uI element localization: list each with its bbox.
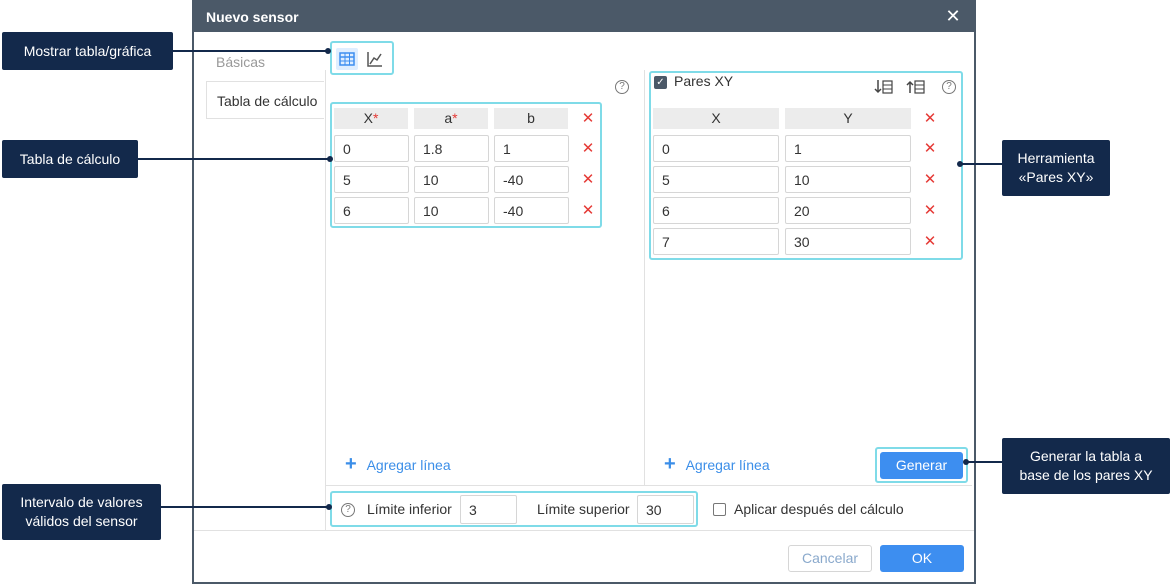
xy-pairs-label: Pares XY <box>674 73 734 89</box>
callout-text: «Pares XY» <box>1018 169 1094 185</box>
plus-icon: + <box>664 453 676 475</box>
callout-dot <box>327 156 333 162</box>
cell-a[interactable]: 10 <box>414 166 489 193</box>
callout-text: válidos del sensor <box>25 513 138 529</box>
xy-cell-y[interactable]: 20 <box>785 197 911 224</box>
delete-column-icon[interactable]: ✕ <box>581 111 595 126</box>
cancel-button[interactable]: Cancelar <box>788 545 872 572</box>
cell-a[interactable]: 10 <box>414 197 489 224</box>
callout-interval: Intervalo de valores válidos del sensor <box>2 484 161 540</box>
cell-x[interactable]: 6 <box>334 197 409 224</box>
divider <box>325 70 326 531</box>
cell-b[interactable]: -40 <box>494 166 569 193</box>
divider <box>194 530 974 531</box>
callout-text: Generar la tabla a <box>1029 448 1143 464</box>
cell-x[interactable]: 5 <box>334 166 409 193</box>
callout-line <box>138 158 329 160</box>
upper-limit-input[interactable]: 30 <box>637 495 694 524</box>
callout-calc-table: Tabla de cálculo <box>2 140 138 178</box>
callout-text: Intervalo de valores <box>20 494 143 510</box>
header-label: X <box>363 110 373 126</box>
callout-line <box>962 163 1002 165</box>
delete-row-icon[interactable]: ✕ <box>923 203 937 218</box>
required-mark: * <box>372 110 379 126</box>
callout-dot <box>963 459 969 465</box>
callout-show-toggle: Mostrar tabla/gráfica <box>2 32 173 70</box>
apply-after-checkbox[interactable] <box>713 503 726 516</box>
add-line-label: Agregar línea <box>366 457 451 473</box>
dialog-titlebar: Nuevo sensor ✕ <box>194 2 974 32</box>
xy-header-x: X <box>653 108 779 129</box>
delete-row-icon[interactable]: ✕ <box>581 203 595 218</box>
table-view-icon[interactable] <box>336 48 358 70</box>
xy-cell-x[interactable]: 6 <box>653 197 779 224</box>
xy-cell-y[interactable]: 30 <box>785 228 911 255</box>
callout-dot <box>957 161 963 167</box>
apply-after-label: Aplicar después del cálculo <box>734 501 904 517</box>
delete-row-icon[interactable]: ✕ <box>923 172 937 187</box>
column-header-b: b <box>494 108 568 129</box>
close-icon[interactable]: ✕ <box>942 5 964 27</box>
add-line-button[interactable]: + Agregar línea <box>345 453 451 476</box>
callout-line <box>161 506 328 508</box>
delete-row-icon[interactable]: ✕ <box>581 141 595 156</box>
tab-tabla-de-calculo[interactable]: Tabla de cálculo <box>206 81 324 119</box>
xy-cell-x[interactable]: 5 <box>653 166 779 193</box>
plus-icon: + <box>345 453 357 475</box>
help-icon[interactable]: ? <box>615 80 629 94</box>
header-label: a <box>444 110 453 126</box>
upper-limit-label: Límite superior <box>537 501 630 517</box>
xy-cell-x[interactable]: 0 <box>653 135 779 162</box>
callout-xy-tool: Herramienta «Pares XY» <box>1002 140 1110 196</box>
import-icon[interactable] <box>874 78 894 96</box>
add-line-label: Agregar línea <box>685 457 770 473</box>
export-icon[interactable] <box>906 78 926 96</box>
xy-cell-x[interactable]: 7 <box>653 228 779 255</box>
delete-column-icon[interactable]: ✕ <box>923 111 937 126</box>
lower-limit-input[interactable]: 3 <box>460 495 517 524</box>
generate-button[interactable]: Generar <box>880 452 963 479</box>
callout-line <box>968 461 1002 463</box>
cell-x[interactable]: 0 <box>334 135 409 162</box>
help-icon[interactable]: ? <box>341 503 355 517</box>
help-icon[interactable]: ? <box>942 80 956 94</box>
required-mark: * <box>452 110 458 126</box>
column-header-x: X* <box>334 108 408 129</box>
delete-row-icon[interactable]: ✕ <box>581 172 595 187</box>
callout-text: base de los pares XY <box>1019 467 1153 483</box>
cell-b[interactable]: 1 <box>494 135 569 162</box>
add-xy-line-button[interactable]: + Agregar línea <box>664 453 770 476</box>
delete-row-icon[interactable]: ✕ <box>923 141 937 156</box>
xy-pairs-checkbox[interactable]: ✓ <box>654 76 667 89</box>
divider <box>644 70 645 485</box>
callout-text: Herramienta <box>1017 150 1095 166</box>
ok-button[interactable]: OK <box>880 545 964 572</box>
lower-limit-label: Límite inferior <box>367 501 452 517</box>
callout-dot <box>325 48 331 54</box>
xy-cell-y[interactable]: 10 <box>785 166 911 193</box>
xy-header-y: Y <box>785 108 911 129</box>
column-header-a: a* <box>414 108 488 129</box>
divider <box>325 485 972 486</box>
cell-a[interactable]: 1.8 <box>414 135 489 162</box>
dialog-title: Nuevo sensor <box>206 9 299 25</box>
cell-b[interactable]: -40 <box>494 197 569 224</box>
tab-basicas[interactable]: Básicas <box>216 54 265 70</box>
callout-line <box>173 50 326 52</box>
chart-view-icon[interactable] <box>364 48 386 70</box>
callout-dot <box>326 504 332 510</box>
callout-generate: Generar la tabla a base de los pares XY <box>1002 438 1170 494</box>
delete-row-icon[interactable]: ✕ <box>923 234 937 249</box>
xy-cell-y[interactable]: 1 <box>785 135 911 162</box>
new-sensor-dialog: Nuevo sensor ✕ Básicas Tabla de cálculo … <box>192 0 976 584</box>
